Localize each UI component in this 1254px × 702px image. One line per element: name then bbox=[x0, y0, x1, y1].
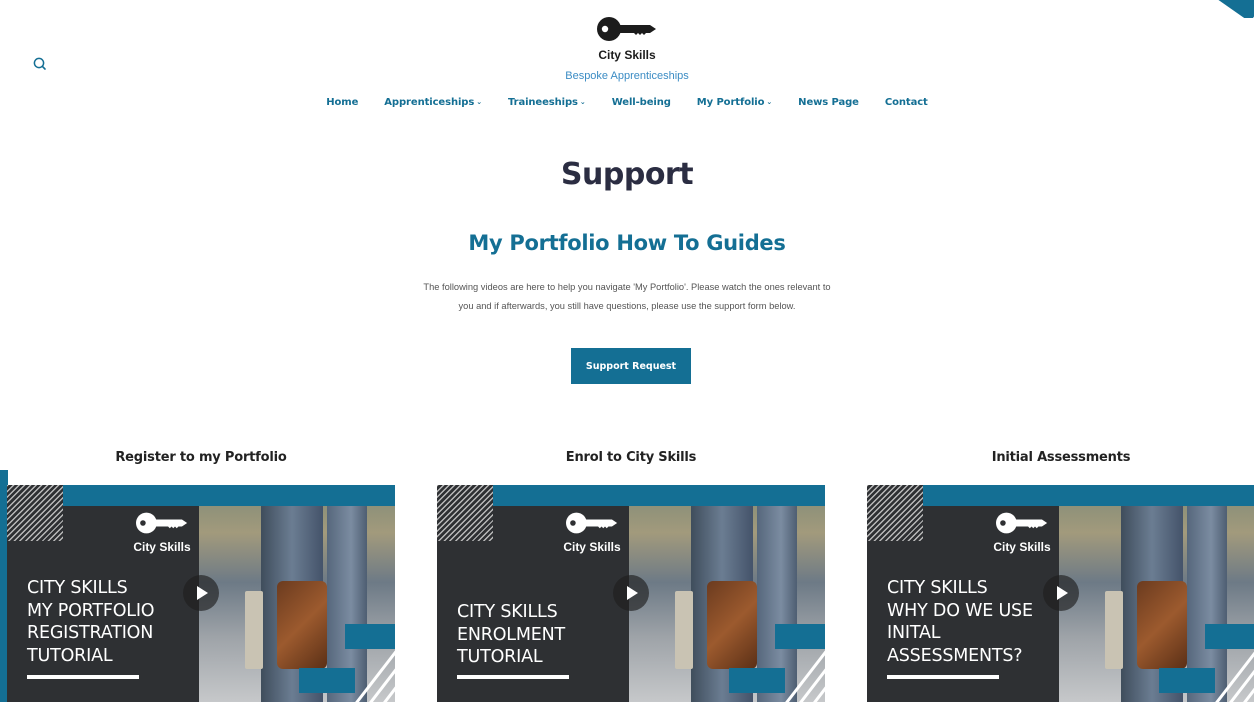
nav-item-news-page[interactable]: News Page bbox=[798, 97, 859, 108]
site-tagline: Bespoke Apprenticeships bbox=[565, 70, 689, 82]
overlay-line: CITY SKILLS bbox=[27, 578, 128, 598]
overlay-line: WHY DO WE USE bbox=[887, 600, 1033, 621]
thumb-logo: City Skills bbox=[563, 510, 621, 554]
nav-item-well-being[interactable]: Well-being bbox=[612, 97, 671, 108]
thumb-brand-name: City Skills bbox=[993, 540, 1051, 554]
nav-label: Traineeships bbox=[507, 97, 578, 108]
thumb-hatch-pattern bbox=[7, 485, 63, 541]
nav-label: Well-being bbox=[611, 97, 671, 108]
thumb-logo: City Skills bbox=[993, 510, 1051, 554]
thumb-brand-name: City Skills bbox=[133, 540, 191, 554]
overlay-line: ASSESSMENTS? bbox=[887, 645, 1023, 666]
key-icon bbox=[566, 512, 618, 534]
nav-item-contact[interactable]: Contact bbox=[885, 97, 928, 108]
nav-item-my-portfolio[interactable]: My Portfolio ⌄ bbox=[697, 97, 772, 108]
thumb-stripes bbox=[1215, 651, 1254, 702]
section-title: My Portfolio How To Guides bbox=[468, 231, 786, 255]
nav-label: Apprenticeships bbox=[384, 97, 475, 108]
thumb-top-bar bbox=[63, 485, 395, 506]
main-navigation: Home Apprenticeships ⌄ Traineeships ⌄ Well… bbox=[0, 97, 1254, 108]
nav-item-traineeships[interactable]: Traineeships ⌄ bbox=[508, 97, 586, 108]
play-button[interactable] bbox=[183, 575, 219, 611]
site-branding[interactable]: City Skills Bespoke Apprenticeships bbox=[0, 14, 1254, 82]
nav-label: News Page bbox=[798, 97, 859, 108]
site-title[interactable]: City Skills bbox=[0, 48, 1254, 62]
thumb-hatch-pattern bbox=[867, 485, 923, 541]
play-button[interactable] bbox=[613, 575, 649, 611]
video-overlay-title: CITY SKILLS MY PORTFOLIO REGISTRATION TU… bbox=[27, 577, 155, 667]
play-button[interactable] bbox=[1043, 575, 1079, 611]
video-heading-enrol: Enrol to City Skills bbox=[565, 450, 697, 465]
overlay-line: INITAL bbox=[887, 623, 941, 643]
overlay-line: ENROLMENT bbox=[457, 624, 565, 645]
overlay-line: MY PORTFOLIO bbox=[27, 600, 155, 621]
nav-item-home[interactable]: Home bbox=[326, 97, 358, 108]
nav-label: Contact bbox=[884, 97, 928, 108]
key-icon bbox=[996, 512, 1048, 534]
nav-label: My Portfolio bbox=[696, 97, 765, 108]
chevron-down-icon: ⌄ bbox=[476, 98, 482, 106]
chevron-down-icon: ⌄ bbox=[766, 98, 773, 106]
video-overlay-title: CITY SKILLS ENROLMENT TUTORIAL bbox=[457, 601, 565, 669]
overlay-line: REGISTRATION bbox=[27, 623, 154, 643]
thumb-stripes bbox=[355, 650, 395, 702]
title-underline bbox=[457, 675, 569, 679]
nav-label: Home bbox=[326, 97, 359, 108]
intro-text: The following videos are here to help yo… bbox=[423, 282, 831, 311]
video-initial-assessments[interactable]: City Skills CITY SKILLS WHY DO WE USE IN… bbox=[867, 485, 1254, 702]
thumb-brand-name: City Skills bbox=[563, 540, 621, 554]
chevron-down-icon: ⌄ bbox=[579, 98, 586, 106]
video-heading-register: Register to my Portfolio bbox=[115, 450, 287, 465]
video-heading-initial-assessments: Initial Assessments bbox=[991, 450, 1131, 465]
thumb-hatch-pattern bbox=[437, 485, 493, 541]
video-register-portfolio[interactable]: City Skills CITY SKILLS MY PORTFOLIO REG… bbox=[7, 485, 395, 702]
overlay-line: CITY SKILLS bbox=[457, 602, 558, 622]
title-underline bbox=[887, 675, 999, 679]
support-request-button[interactable]: Support Request bbox=[571, 348, 691, 384]
video-enrol-city-skills[interactable]: City Skills CITY SKILLS ENROLMENT TUTORI… bbox=[437, 485, 825, 702]
nav-item-apprenticeships[interactable]: Apprenticeships ⌄ bbox=[384, 97, 482, 108]
page-title: Support bbox=[560, 157, 694, 192]
title-underline bbox=[27, 675, 139, 679]
thumb-top-bar bbox=[493, 485, 825, 506]
overlay-line: TUTORIAL bbox=[457, 647, 543, 667]
key-icon bbox=[597, 17, 656, 41]
video-overlay-title: CITY SKILLS WHY DO WE USE INITAL ASSESSM… bbox=[887, 577, 1033, 667]
overlay-line: CITY SKILLS bbox=[887, 578, 988, 598]
thumb-stripes bbox=[785, 650, 825, 702]
thumb-logo: City Skills bbox=[133, 510, 191, 554]
overlay-line: TUTORIAL bbox=[27, 645, 113, 666]
key-icon bbox=[136, 512, 188, 534]
thumb-top-bar bbox=[923, 485, 1254, 506]
